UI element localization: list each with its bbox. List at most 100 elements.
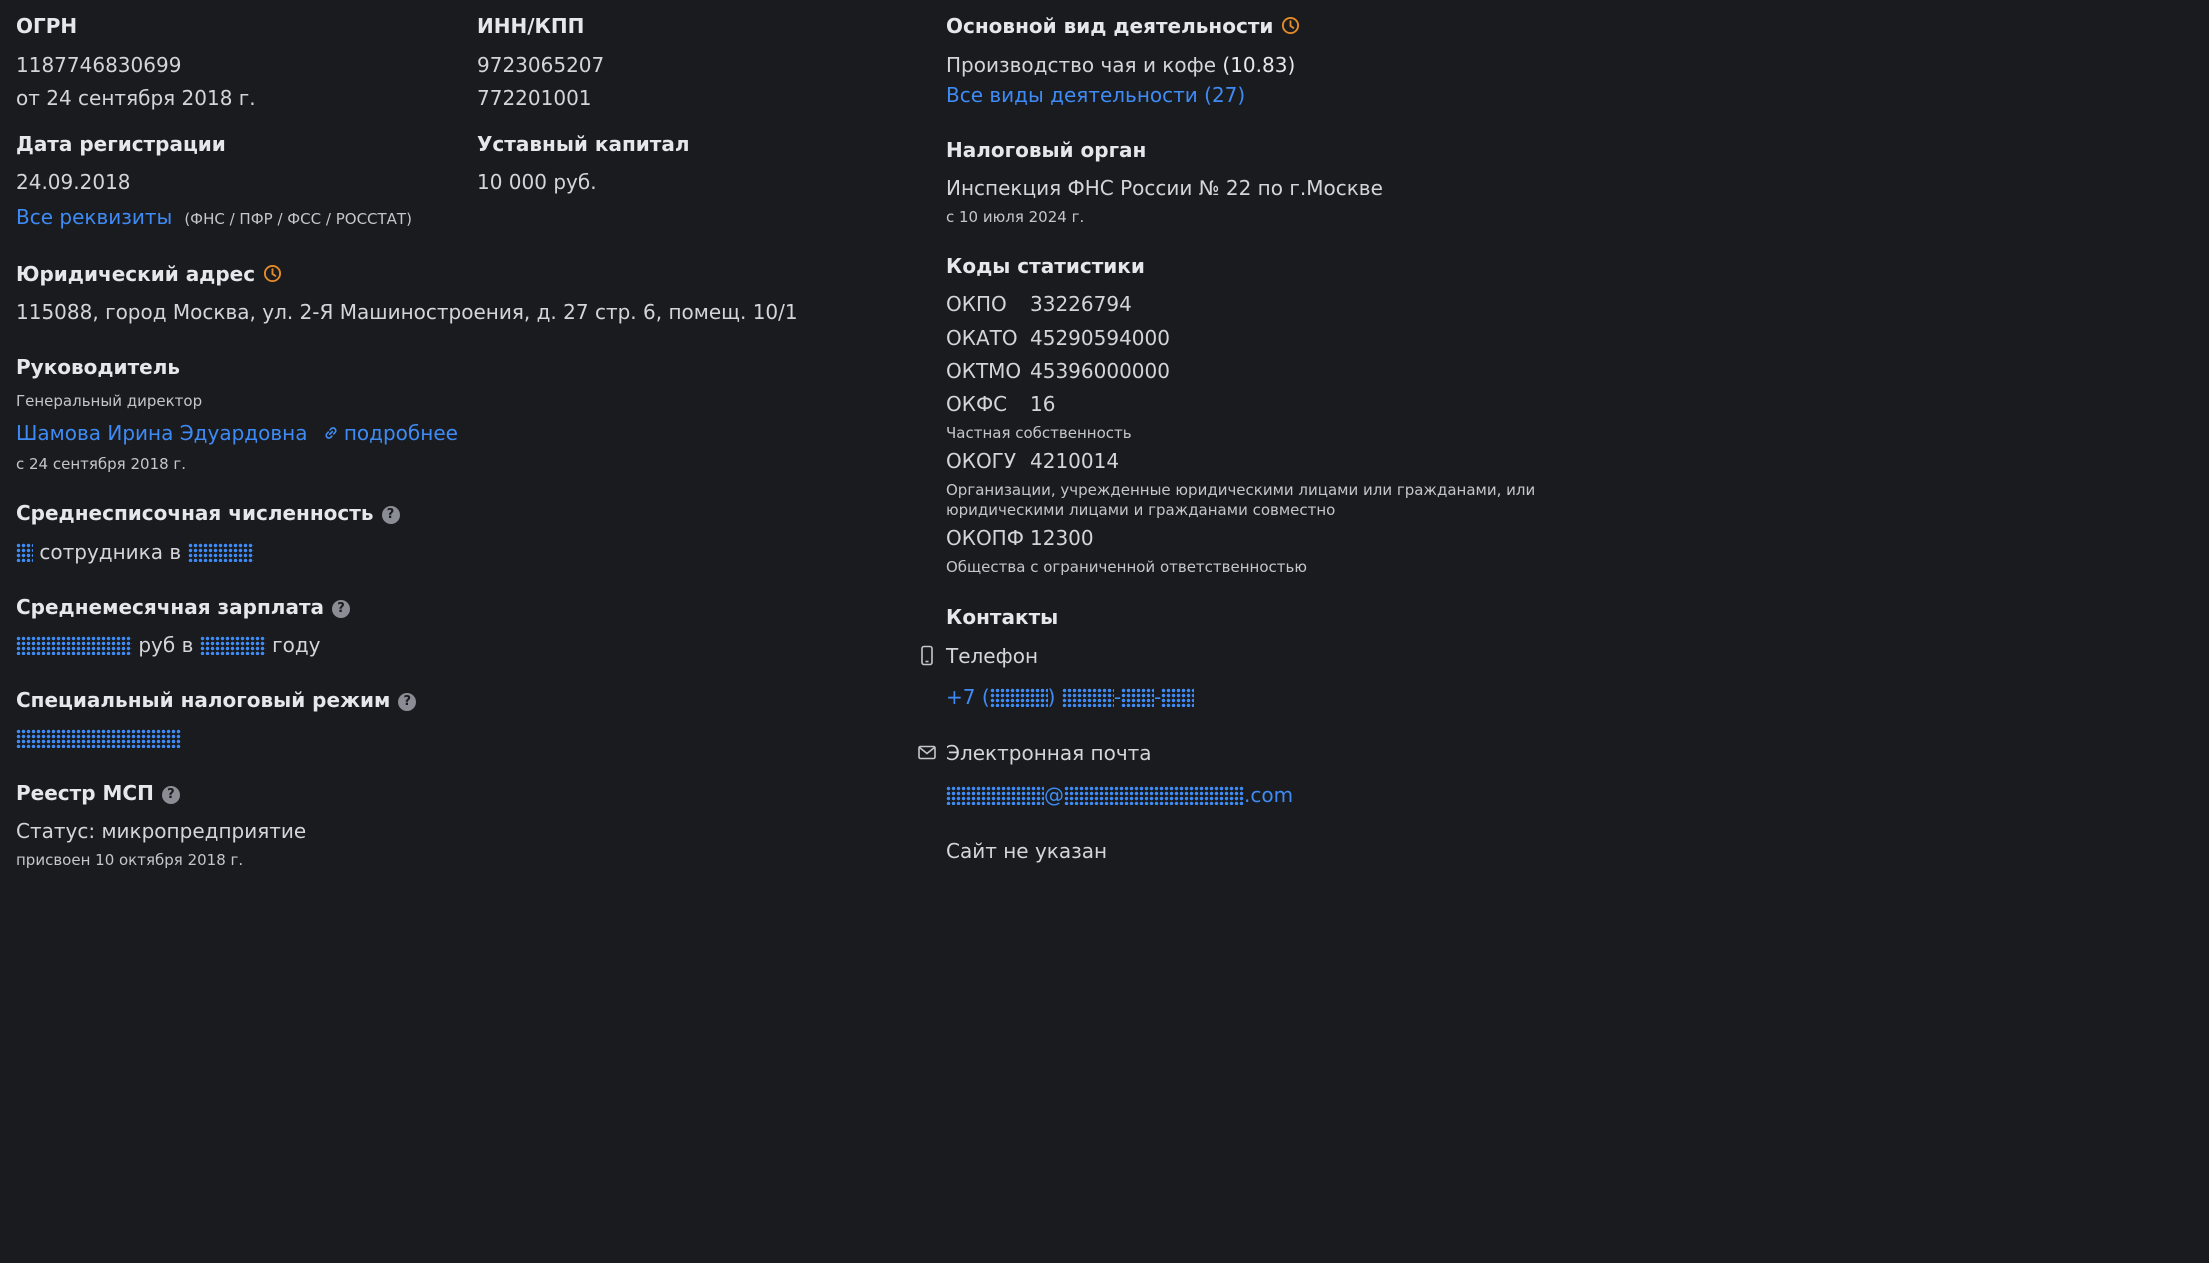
headcount-text: сотрудника в [39, 540, 182, 564]
all-details-row: Все реквизиты (ФНС / ПФР / ФСС / РОССТАТ) [16, 205, 412, 229]
director-name-link[interactable]: Шамова Ирина Эдуардовна [16, 421, 307, 445]
stat-value: 4210014 [1030, 449, 1120, 473]
stat-okopf: ОКОПФ 12300 [946, 526, 1094, 550]
hidden-value-mask [1064, 786, 1244, 805]
tax-regime-value [16, 726, 181, 750]
director-more-label: подробнее [343, 421, 458, 445]
stat-okato: ОКАТО 45290594000 [946, 326, 1170, 350]
tax-authority-value: Инспекция ФНС России № 22 по г.Москве [946, 176, 1383, 200]
inn-value: 9723065207 [477, 53, 605, 77]
salary-text-end: году [272, 633, 321, 657]
stat-oktmo: ОКТМО 45396000000 [946, 359, 1170, 383]
hidden-value-mask[interactable] [199, 636, 266, 655]
salary-label: Среднемесячная зарплата [16, 595, 325, 619]
stat-key: ОКОГУ [946, 449, 1017, 473]
stat-value: 16 [1030, 392, 1056, 416]
stat-value: 45396000000 [1030, 359, 1170, 383]
email-label: Электронная почта [946, 741, 1152, 765]
hidden-value-mask[interactable] [187, 543, 254, 562]
stat-key: ОКОПФ [946, 526, 1024, 550]
stat-okfs: ОКФС 16 [946, 392, 1055, 416]
hidden-value-mask [946, 786, 1044, 805]
msp-assigned: присвоен 10 октября 2018 г. [16, 851, 244, 869]
inn-kpp-label: ИНН/КПП [477, 14, 585, 38]
email-at: @ [1044, 783, 1064, 807]
activity-heading: Основной вид деятельности [946, 14, 1300, 38]
ogrn-label: ОГРН [16, 14, 78, 38]
help-icon[interactable]: ? [332, 600, 351, 618]
legal-address-label: Юридический адрес [16, 262, 256, 286]
tax-regime-label: Специальный налоговый режим [16, 688, 391, 712]
capital-label: Уставный капитал [477, 132, 690, 156]
director-label: Руководитель [16, 355, 181, 379]
history-clock-icon[interactable] [1281, 16, 1300, 35]
phone-link[interactable]: +7 () - - [946, 685, 1195, 709]
stat-okogu-desc-2: юридическими лицами и гражданами совмест… [946, 501, 1336, 519]
capital-value: 10 000 руб. [477, 170, 597, 194]
help-icon[interactable]: ? [161, 786, 180, 804]
stat-key: ОКПО [946, 292, 1007, 316]
stat-okopf-desc: Общества с ограниченной ответственностью [946, 558, 1307, 576]
director-row: Шамова Ирина Эдуардовна подробнее [16, 421, 458, 445]
stat-okfs-desc: Частная собственность [946, 424, 1132, 442]
stat-okpo: ОКПО 33226794 [946, 292, 1132, 316]
hidden-value-mask [1161, 688, 1195, 707]
registration-date: 24.09.2018 [16, 170, 131, 194]
stat-value: 33226794 [1030, 292, 1132, 316]
phone-dash: - [1113, 685, 1122, 709]
ogrn-date: от 24 сентября 2018 г. [16, 86, 256, 110]
stat-value: 45290594000 [1030, 326, 1170, 350]
hidden-value-mask[interactable] [16, 543, 33, 562]
ogrn-value: 1187746830699 [16, 53, 182, 77]
contacts-label: Контакты [946, 605, 1059, 629]
headcount-value: сотрудника в [16, 540, 254, 564]
registration-label: Дата регистрации [16, 132, 226, 156]
stat-okogu-desc-1: Организации, учрежденные юридическими ли… [946, 481, 1536, 499]
stat-key: ОКАТО [946, 326, 1018, 350]
stats-label: Коды статистики [946, 254, 1145, 278]
help-icon[interactable]: ? [381, 506, 400, 524]
help-icon[interactable]: ? [398, 693, 417, 711]
details-sources: (ФНС / ПФР / ФСС / РОССТАТ) [184, 210, 412, 228]
salary-heading: Среднемесячная зарплата? [16, 595, 351, 619]
msp-heading: Реестр МСП? [16, 781, 180, 805]
stat-value: 12300 [1030, 526, 1094, 550]
kpp-value: 772201001 [477, 86, 592, 110]
activity-code: (10.83) [1222, 53, 1296, 77]
activity-label: Основной вид деятельности [946, 14, 1274, 38]
activity-row: Производство чая и кофе (10.83) [946, 53, 1295, 77]
all-details-link[interactable]: Все реквизиты [16, 205, 172, 229]
headcount-label: Среднесписочная численность [16, 501, 374, 525]
phone-prefix: +7 ( [946, 685, 990, 709]
email-link[interactable]: @ .com [946, 783, 1293, 807]
msp-status: Статус: микропредприятие [16, 819, 307, 843]
site-status: Сайт не указан [946, 839, 1108, 863]
salary-text-mid: руб в [138, 633, 194, 657]
activity-value: Производство чая и кофе [946, 53, 1217, 77]
director-more-link[interactable]: подробнее [322, 421, 458, 445]
hidden-value-mask [1061, 688, 1114, 707]
director-position: Генеральный директор [16, 392, 203, 410]
all-activities-link[interactable]: Все виды деятельности (27) [946, 83, 1245, 107]
history-clock-icon[interactable] [263, 264, 282, 283]
director-since: с 24 сентября 2018 г. [16, 455, 187, 473]
stat-okogu: ОКОГУ 4210014 [946, 449, 1119, 473]
legal-address-value: 115088, город Москва, ул. 2-Я Машиностро… [16, 300, 798, 324]
tax-authority-since: с 10 июля 2024 г. [946, 208, 1085, 226]
phone-dash: - [1154, 685, 1162, 709]
tax-regime-heading: Специальный налоговый режим? [16, 688, 417, 712]
salary-value: руб в году [16, 633, 321, 657]
phone-icon [921, 645, 933, 666]
hidden-value-mask[interactable] [16, 729, 181, 748]
phone-close: ) [1047, 685, 1056, 709]
hidden-value-mask [1121, 688, 1155, 707]
link-icon [325, 427, 337, 439]
email-suffix: .com [1244, 783, 1294, 807]
msp-label: Реестр МСП [16, 781, 154, 805]
hidden-value-mask[interactable] [16, 636, 132, 655]
headcount-heading: Среднесписочная численность? [16, 501, 400, 525]
stat-key: ОКТМО [946, 359, 1022, 383]
legal-address-heading: Юридический адрес [16, 262, 282, 286]
phone-label: Телефон [946, 644, 1039, 668]
tax-authority-label: Налоговый орган [946, 138, 1147, 162]
